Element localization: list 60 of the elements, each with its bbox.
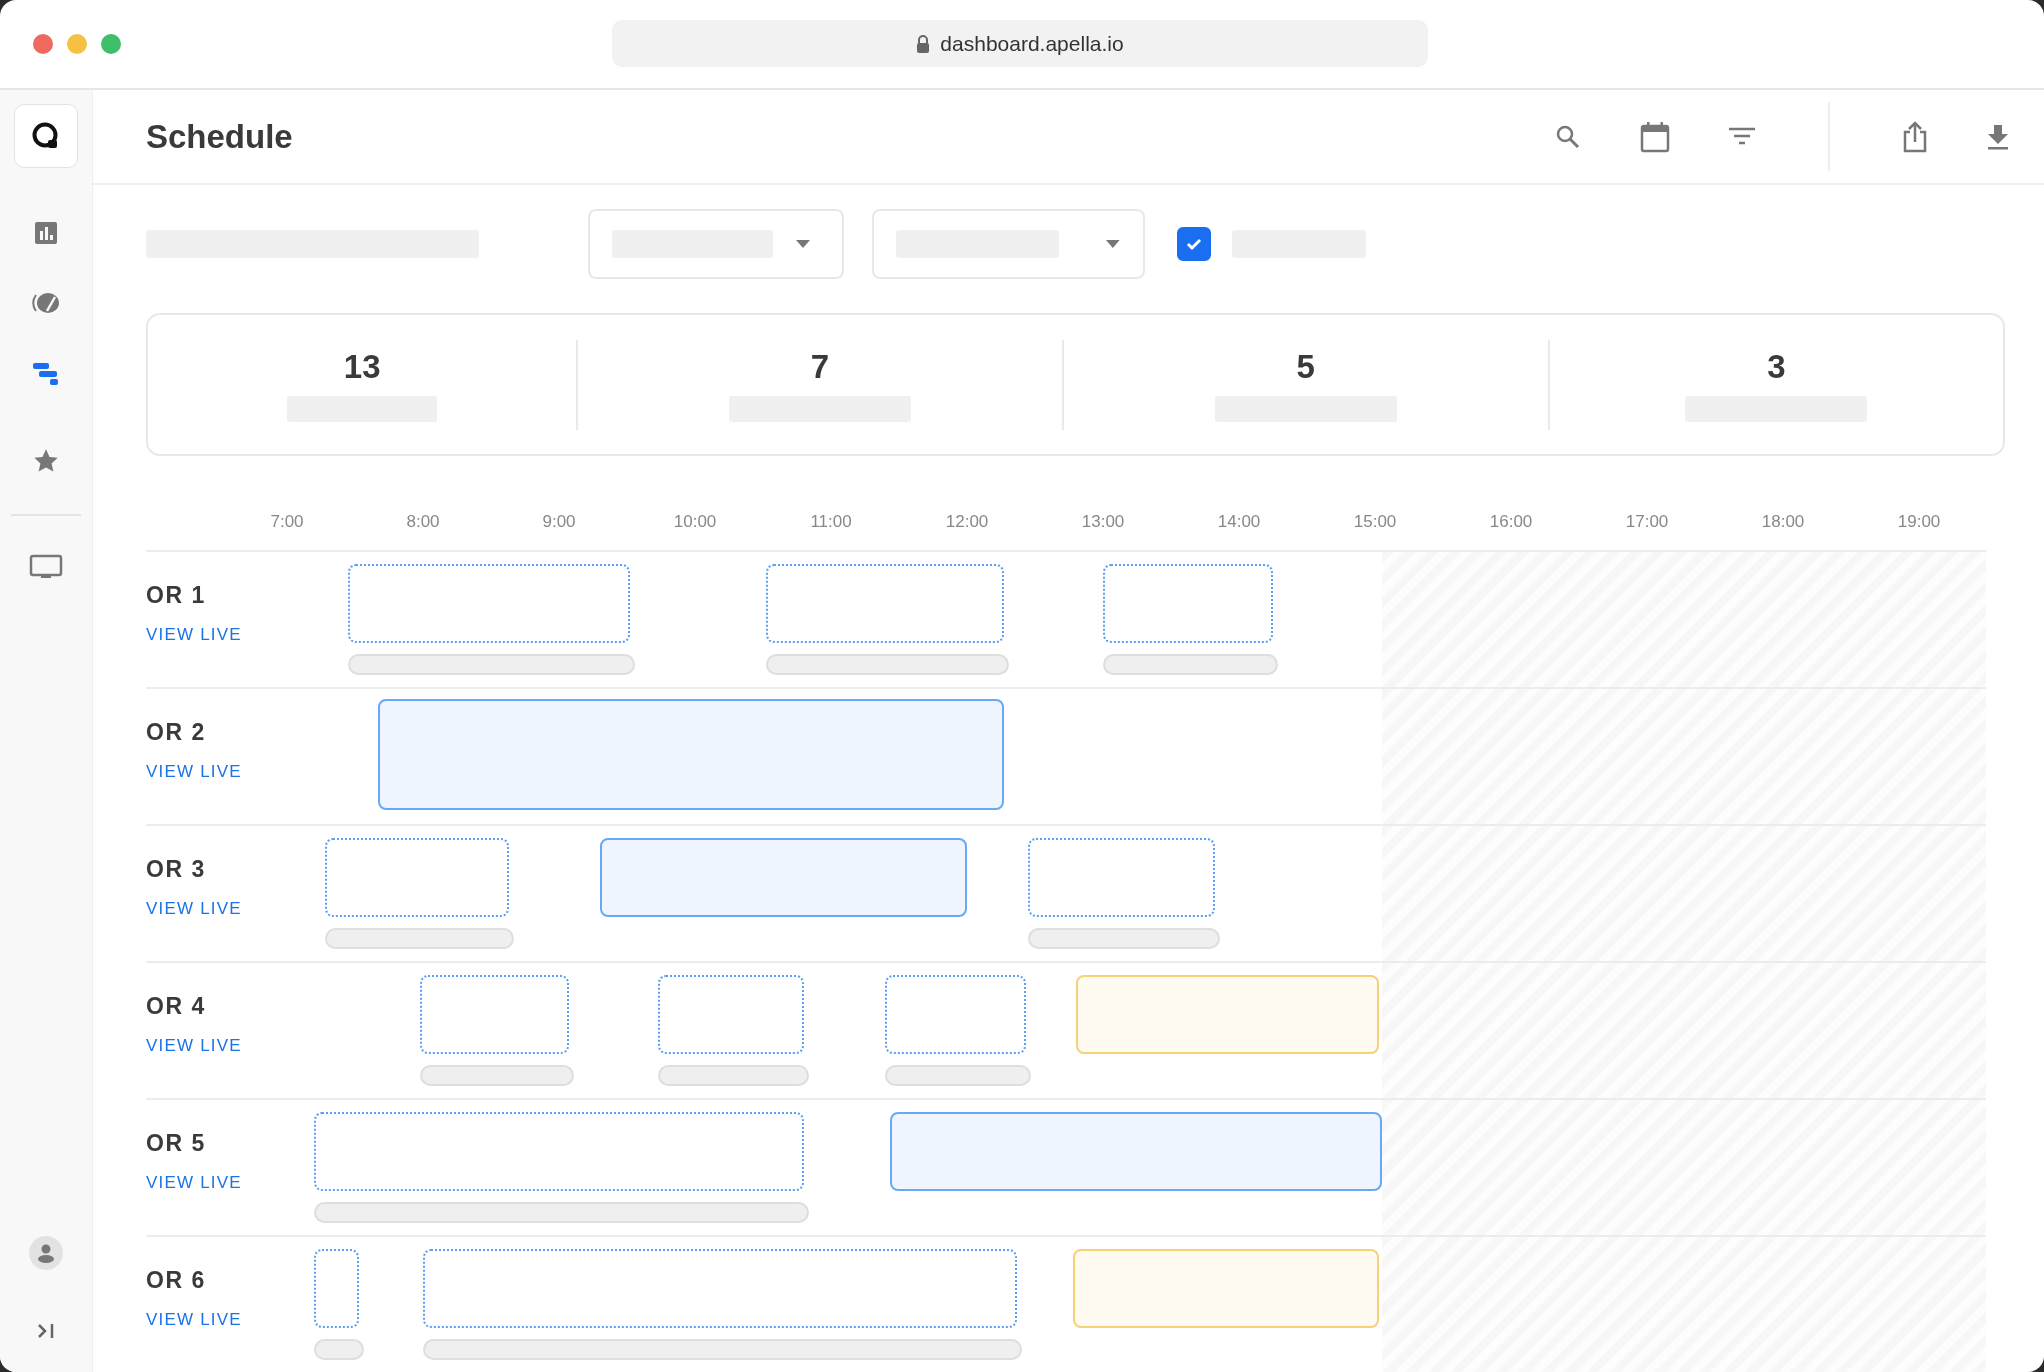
room-name: OR 2	[146, 719, 207, 746]
share-icon[interactable]	[1902, 119, 1928, 154]
stat-value: 13	[343, 347, 381, 386]
dotted-case-block[interactable]	[314, 1249, 360, 1328]
hour-label: 9:00	[542, 512, 576, 532]
stat-value: 5	[1296, 347, 1315, 386]
lock-icon	[916, 34, 931, 53]
stat-value: 7	[810, 347, 830, 386]
address-bar[interactable]: dashboard.apella.io	[612, 20, 1428, 67]
dotted-case-block[interactable]	[423, 1249, 1018, 1328]
minimize-window-button[interactable]	[67, 34, 87, 54]
hour-label: 11:00	[810, 512, 852, 532]
zoom-window-button[interactable]	[101, 34, 121, 54]
close-window-button[interactable]	[33, 34, 53, 54]
caret-icon	[1105, 239, 1121, 249]
hour-label: 15:00	[1353, 512, 1397, 532]
dotted-case-block[interactable]	[885, 975, 1026, 1054]
dotted-case-block[interactable]	[765, 564, 1004, 643]
hour-label: 14:00	[1217, 512, 1261, 532]
user-avatar[interactable]	[29, 1236, 63, 1270]
dotted-case-block[interactable]	[420, 975, 569, 1054]
checkbox[interactable]	[1177, 227, 1211, 261]
view-live-link[interactable]: VIEW LIVE	[146, 762, 242, 782]
app-logo[interactable]	[14, 104, 78, 168]
hour-label: 18:00	[1761, 512, 1805, 532]
view-live-link[interactable]: VIEW LIVE	[146, 1173, 242, 1193]
dotted-case-block[interactable]	[314, 1112, 804, 1191]
pending-case-block[interactable]	[1075, 975, 1380, 1054]
hour-label: 13:00	[1081, 512, 1125, 532]
calendar-icon[interactable]	[1640, 120, 1670, 153]
hour-label: 19:00	[1897, 512, 1941, 532]
room-name: OR 6	[146, 1267, 207, 1294]
view-live-link[interactable]: VIEW LIVE	[146, 625, 242, 645]
hour-label: 10:00	[673, 512, 717, 532]
room-name: OR 5	[146, 1130, 207, 1157]
filled-case-block[interactable]	[378, 699, 1004, 810]
room-name: OR 1	[146, 582, 207, 609]
stat-value: 3	[1767, 347, 1786, 386]
dotted-case-block[interactable]	[325, 838, 509, 917]
filled-case-block[interactable]	[889, 1112, 1382, 1191]
dotted-case-block[interactable]	[348, 564, 630, 643]
view-live-link[interactable]: VIEW LIVE	[146, 1036, 242, 1056]
dotted-case-block[interactable]	[1028, 838, 1215, 917]
hour-label: 12:00	[945, 512, 989, 532]
view-live-link[interactable]: VIEW LIVE	[146, 899, 242, 919]
page-title: Schedule	[146, 117, 294, 156]
dotted-case-block[interactable]	[658, 975, 804, 1054]
view-live-link[interactable]: VIEW LIVE	[146, 1310, 242, 1330]
pending-case-block[interactable]	[1073, 1249, 1380, 1328]
hour-label: 7:00	[270, 512, 304, 532]
dotted-case-block[interactable]	[1103, 564, 1274, 643]
room-name: OR 3	[146, 856, 207, 883]
hour-label: 8:00	[406, 512, 440, 532]
hour-label: 16:00	[1489, 512, 1533, 532]
caret-icon	[795, 239, 811, 249]
loading-placeholder	[314, 1339, 365, 1360]
filled-case-block[interactable]	[599, 838, 967, 917]
room-name: OR 4	[146, 993, 207, 1020]
hour-label: 17:00	[1625, 512, 1669, 532]
download-icon[interactable]	[1986, 122, 2010, 151]
